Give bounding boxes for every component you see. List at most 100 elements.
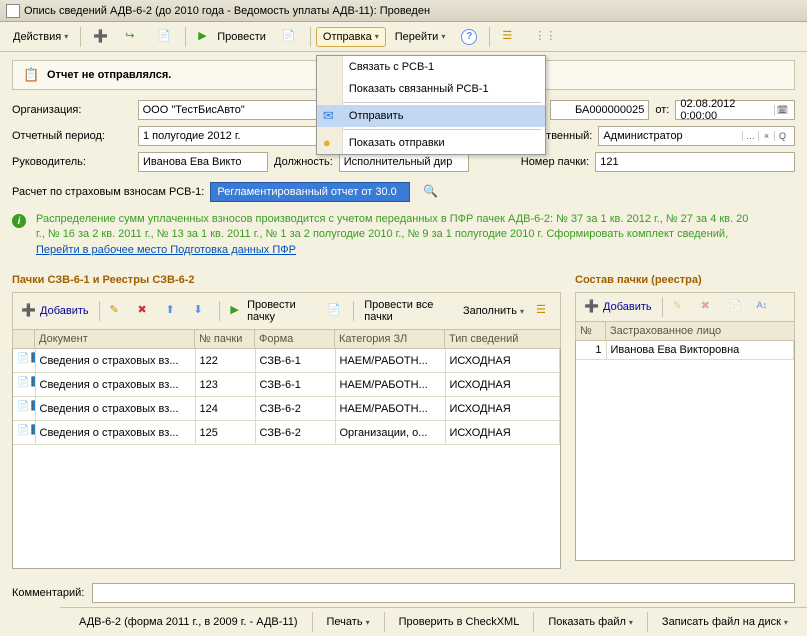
- date-picker-btn[interactable]: 🗓: [774, 105, 790, 116]
- toolbar-icon-3[interactable]: [150, 25, 180, 49]
- print-menu[interactable]: Печать ▾: [320, 612, 377, 632]
- sort-icon: [757, 299, 773, 315]
- row-icon: 📘: [17, 353, 33, 369]
- actions-menu[interactable]: Действия ▾: [6, 27, 75, 47]
- info-link[interactable]: Перейти в рабочее место Подготовка данны…: [36, 244, 296, 256]
- resp-select-btn[interactable]: …: [742, 131, 758, 141]
- table-row[interactable]: 📘 Сведения о страховых вз...124СЗВ-6-2НА…: [13, 397, 560, 421]
- date-label: от:: [655, 104, 669, 116]
- edit-row-button[interactable]: [104, 300, 130, 322]
- left-grid-body[interactable]: 📘 Сведения о страховых вз...122СЗВ-6-1НА…: [12, 349, 561, 569]
- col-person[interactable]: Застрахованное лицо: [606, 322, 795, 341]
- add-button[interactable]: Добавить: [16, 300, 94, 322]
- save-file-menu[interactable]: Записать файл на диск ▾: [655, 612, 795, 632]
- play-icon: [198, 29, 214, 45]
- col-num[interactable]: № пачки: [195, 330, 255, 349]
- resp-clear-btn[interactable]: ×: [758, 131, 774, 141]
- down-icon: [193, 303, 209, 319]
- right-grid-header: № Застрахованное лицо: [575, 321, 795, 341]
- manager-label: Руководитель:: [12, 156, 132, 168]
- right-grid-body[interactable]: 1Иванова Ева Викторовна: [575, 341, 795, 561]
- pack-label: Номер пачки:: [521, 156, 590, 168]
- list2-icon: [536, 303, 552, 319]
- provesti-all-button[interactable]: Провести все пачки: [359, 296, 456, 326]
- move-up-button[interactable]: [160, 300, 186, 322]
- move-down-button[interactable]: [188, 300, 214, 322]
- menu-link-rsv[interactable]: Связать с РСВ-1: [317, 56, 545, 78]
- title-bar: Опись сведений АДВ-6-2 (до 2010 года - В…: [0, 0, 807, 22]
- table-row[interactable]: 1Иванова Ева Викторовна: [576, 341, 794, 360]
- provesti-button[interactable]: Провести: [191, 25, 273, 49]
- pack-field[interactable]: 121: [595, 152, 795, 172]
- fill-menu[interactable]: Заполнить ▾: [458, 302, 529, 320]
- show-file-menu[interactable]: Показать файл ▾: [541, 612, 640, 632]
- toolbar-icon-4[interactable]: [275, 25, 305, 49]
- calc-search-button[interactable]: [416, 180, 446, 204]
- comment-input[interactable]: [92, 583, 795, 603]
- menu-show-linked[interactable]: Показать связанный РСВ-1: [317, 78, 545, 100]
- delete-row-button[interactable]: [132, 300, 158, 322]
- plus2-icon: [584, 299, 600, 315]
- calc-field[interactable]: Регламентированный отчет от 30.0: [210, 182, 410, 202]
- right-section-title: Состав пачки (реестра): [575, 274, 795, 286]
- period-label: Отчетный период:: [12, 130, 132, 142]
- org-label: Организация:: [12, 104, 132, 116]
- up-icon: [165, 303, 181, 319]
- row-icon: 📘: [17, 377, 33, 393]
- notice-text: Отчет не отправлялся.: [47, 69, 171, 81]
- menu-send[interactable]: Отправить: [317, 105, 545, 127]
- ball-icon: [323, 135, 339, 151]
- edit2-icon: [673, 299, 689, 315]
- right-tb-4[interactable]: [752, 296, 778, 318]
- position-label: Должность:: [274, 156, 333, 168]
- menu-show-sends[interactable]: Показать отправки: [317, 132, 545, 154]
- col-rnum[interactable]: №: [576, 322, 606, 341]
- right-tb-2[interactable]: [696, 296, 722, 318]
- comment-label: Комментарий:: [12, 587, 84, 599]
- plus-icon: [21, 303, 37, 319]
- right-tb-1[interactable]: [668, 296, 694, 318]
- left-panel-toolbar: Добавить Провести пачку Провести все пач…: [12, 292, 561, 329]
- toolbar-icon-2[interactable]: [118, 25, 148, 49]
- table-row[interactable]: 📘 Сведения о страховых вз...123СЗВ-6-1НА…: [13, 373, 560, 397]
- list-icon: [502, 29, 518, 45]
- doc3-icon: [327, 303, 343, 319]
- number-field[interactable]: БА000000025: [550, 100, 650, 120]
- col-type[interactable]: Тип сведений: [445, 330, 561, 349]
- edit-icon: [109, 303, 125, 319]
- table-row[interactable]: 📘 Сведения о страховых вз...122СЗВ-6-1НА…: [13, 349, 560, 373]
- send-dropdown: Связать с РСВ-1 Показать связанный РСВ-1…: [316, 55, 546, 155]
- pack-extra-button[interactable]: [322, 300, 348, 322]
- provesti-pack-button[interactable]: Провести пачку: [225, 296, 320, 326]
- window-title: Опись сведений АДВ-6-2 (до 2010 года - В…: [24, 5, 430, 17]
- right-tb-3[interactable]: [724, 296, 750, 318]
- col-cat[interactable]: Категория ЗЛ: [335, 330, 445, 349]
- report-icon: [23, 67, 39, 83]
- play2-icon: [230, 303, 244, 319]
- goto-menu[interactable]: Перейти ▾: [388, 27, 453, 47]
- doc4-icon: [729, 299, 745, 315]
- tree-icon: [534, 29, 550, 45]
- manager-field[interactable]: Иванова Ева Викто: [138, 152, 268, 172]
- list-view-button[interactable]: [495, 25, 525, 49]
- add-button-right[interactable]: Добавить: [579, 296, 657, 318]
- send-menu-button[interactable]: Отправка ▾: [316, 27, 386, 47]
- toolbar-icon-1[interactable]: [86, 25, 116, 49]
- date-field[interactable]: 02.08.2012 0:00:00🗓: [675, 100, 795, 120]
- left-tb-extra[interactable]: [531, 300, 557, 322]
- col-doc[interactable]: Документ: [35, 330, 195, 349]
- resp-field[interactable]: Администратор…×Q: [598, 126, 795, 146]
- add-icon: [93, 29, 109, 45]
- position-field[interactable]: Исполнительный дир: [339, 152, 469, 172]
- delete-icon: [137, 303, 153, 319]
- doc-icon: [157, 29, 173, 45]
- table-row[interactable]: 📘 Сведения о страховых вз...125СЗВ-6-2Ор…: [13, 421, 560, 445]
- resp-open-btn[interactable]: Q: [774, 131, 790, 141]
- tree-view-button[interactable]: [527, 25, 557, 49]
- help-button[interactable]: [454, 25, 484, 49]
- left-section-title: Пачки СЗВ-6-1 и Реестры СЗВ-6-2: [12, 274, 561, 286]
- adv-button[interactable]: АДВ-6-2 (форма 2011 г., в 2009 г. - АДВ-…: [72, 612, 305, 632]
- col-form[interactable]: Форма: [255, 330, 335, 349]
- doc2-icon: [282, 29, 298, 45]
- check-xml-button[interactable]: Проверить в CheckXML: [392, 612, 527, 632]
